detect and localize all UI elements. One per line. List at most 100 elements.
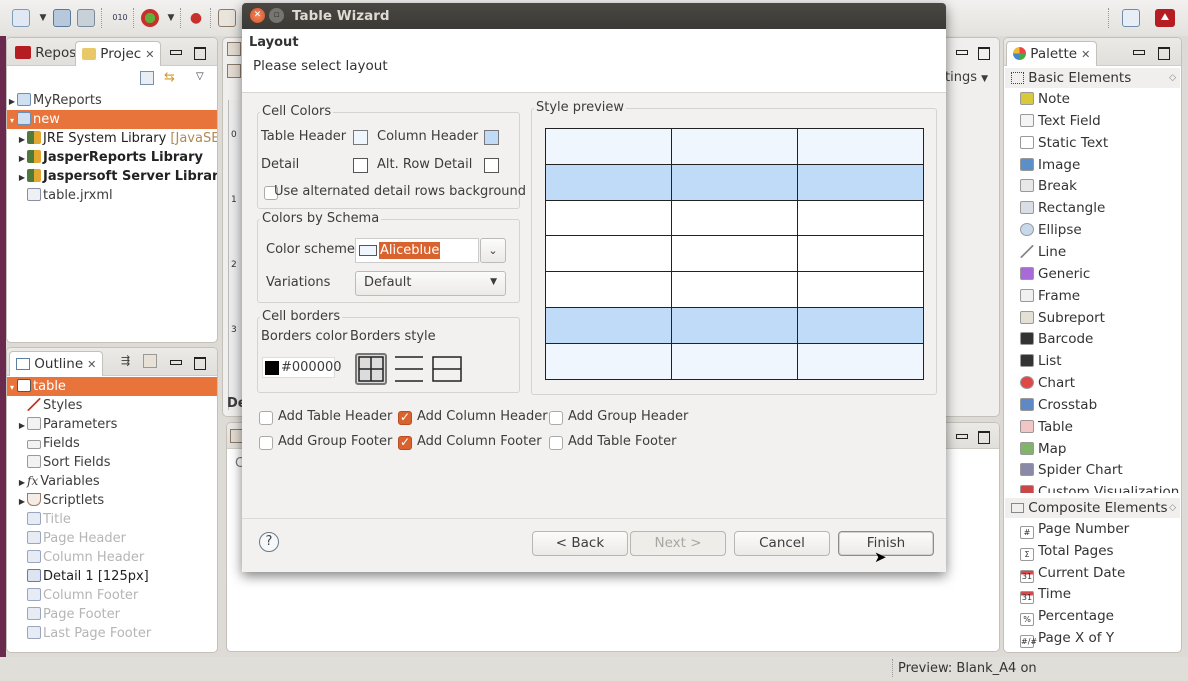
border-style-outer[interactable] <box>431 353 463 385</box>
table-header-color-swatch[interactable] <box>353 130 368 145</box>
palette-item-spider-chart[interactable]: Spider Chart <box>1020 460 1123 481</box>
color-scheme-dropdown-button[interactable]: ⌄ <box>480 238 506 263</box>
thumbnail-view-icon[interactable] <box>143 354 157 368</box>
view-menu-icon[interactable]: ▽ <box>196 71 204 82</box>
palette-item-note[interactable]: Note <box>1020 89 1070 110</box>
close-tab-icon[interactable]: ✕ <box>145 48 154 61</box>
palette-item-custom-visualization[interactable]: Custom Visualization <box>1020 482 1179 494</box>
expand-arrow-icon[interactable]: ▶ <box>17 130 27 149</box>
add-column-footer-checkbox[interactable] <box>398 435 412 450</box>
outline-item-column-footer[interactable]: Column Footer <box>7 586 217 605</box>
palette-item-chart[interactable]: Chart <box>1020 373 1075 394</box>
outline-item-variables[interactable]: ▶ fx Variables <box>7 472 217 491</box>
tree-item-new[interactable]: ▾ new <box>7 110 217 129</box>
maximize-button[interactable] <box>1155 44 1171 60</box>
palette-item-break[interactable]: Break <box>1020 176 1077 197</box>
outline-item-title[interactable]: Title <box>7 510 217 529</box>
palette-item-generic[interactable]: Generic <box>1020 264 1090 285</box>
tree-item-jre-library[interactable]: ▶JRE System Library [JavaSE- <box>7 129 217 148</box>
new-icon[interactable] <box>12 9 30 27</box>
outline-item-styles[interactable]: Styles <box>7 396 217 415</box>
add-column-header-label[interactable]: Add Column Header <box>417 409 548 424</box>
palette-item-image[interactable]: Image <box>1020 155 1080 176</box>
close-window-button[interactable]: ✕ <box>250 8 265 23</box>
run-dropdown-icon[interactable]: ▼ <box>162 9 180 27</box>
save-all-icon[interactable] <box>77 9 95 27</box>
palette-item-page-x-of-y[interactable]: #/#Page X of Y <box>1020 628 1114 649</box>
expand-arrow-icon[interactable]: ▶ <box>17 473 27 492</box>
border-style-horizontal[interactable] <box>393 353 425 385</box>
palette-item-percentage[interactable]: % Percentage <box>1020 606 1114 627</box>
add-table-footer-checkbox[interactable] <box>549 436 563 450</box>
collapse-all-icon[interactable] <box>140 71 154 85</box>
save-icon[interactable] <box>53 9 71 27</box>
add-table-header-checkbox[interactable] <box>259 411 273 425</box>
add-group-header-label[interactable]: Add Group Header <box>568 409 688 424</box>
tree-item-jaspersoft-server-library[interactable]: ▶ Jaspersoft Server Library <box>7 167 217 186</box>
back-button[interactable]: < Back <box>532 531 628 556</box>
collapse-icon[interactable]: ◇ <box>1169 498 1176 518</box>
debug-icon[interactable]: ● <box>187 9 205 27</box>
collapse-arrow-icon[interactable]: ▾ <box>7 111 17 130</box>
alt-row-detail-color-swatch[interactable] <box>484 158 499 173</box>
outline-item-page-footer[interactable]: Page Footer <box>7 605 217 624</box>
palette-item-list[interactable]: List <box>1020 351 1062 372</box>
detail-color-swatch[interactable] <box>353 158 368 173</box>
expand-arrow-icon[interactable]: ▶ <box>17 416 27 435</box>
expand-arrow-icon[interactable]: ▶ <box>17 492 27 511</box>
maximize-button[interactable] <box>191 44 207 60</box>
image-icon[interactable] <box>218 9 236 27</box>
compile-icon[interactable]: 010 <box>111 9 129 27</box>
add-group-header-checkbox[interactable] <box>549 411 563 425</box>
palette-item-crosstab[interactable]: Crosstab <box>1020 395 1097 416</box>
add-column-footer-label[interactable]: Add Column Footer <box>417 434 542 449</box>
help-button[interactable]: ? <box>259 532 279 552</box>
outline-item-page-header[interactable]: Page Header <box>7 529 217 548</box>
borders-color-picker[interactable]: #000000 <box>262 357 342 378</box>
expand-arrow-icon[interactable]: ▶ <box>17 168 27 187</box>
close-tab-icon[interactable]: ✕ <box>1081 48 1090 61</box>
collapse-icon[interactable]: ◇ <box>1169 68 1176 88</box>
outline-item-detail[interactable]: Detail 1 [125px] <box>7 567 217 586</box>
tree-item-myreports[interactable]: ▶ MyReports <box>7 91 217 110</box>
add-table-header-label[interactable]: Add Table Header <box>278 409 392 424</box>
palette-item-page-number[interactable]: # Page Number <box>1020 519 1129 540</box>
palette-item-ellipse[interactable]: Ellipse <box>1020 220 1082 241</box>
tab-outline[interactable]: Outline ✕ <box>9 351 104 376</box>
tree-item-jasperreports-library[interactable]: ▶ JasperReports Library <box>7 148 217 167</box>
outline-item-sort-fields[interactable]: Sort Fields <box>7 453 217 472</box>
close-tab-icon[interactable]: ✕ <box>87 358 96 371</box>
palette-item-total-pages[interactable]: Σ Total Pages <box>1020 541 1114 562</box>
tree-view-icon[interactable]: ⇶ <box>121 354 130 367</box>
border-style-all[interactable] <box>355 353 387 385</box>
maximize-button[interactable] <box>191 354 207 370</box>
color-scheme-combo[interactable]: Aliceblue <box>355 238 479 263</box>
outline-item-fields[interactable]: Fields <box>7 434 217 453</box>
open-perspective-icon[interactable] <box>1122 9 1140 27</box>
palette-item-line[interactable]: Line <box>1020 242 1066 263</box>
cancel-button[interactable]: Cancel <box>734 531 830 556</box>
add-table-footer-label[interactable]: Add Table Footer <box>568 434 676 449</box>
outline-item-scriptlets[interactable]: ▶ Scriptlets <box>7 491 217 510</box>
expand-arrow-icon[interactable]: ▶ <box>17 149 27 168</box>
minimize-button[interactable] <box>953 44 969 60</box>
minimize-button[interactable] <box>1130 44 1146 60</box>
add-group-footer-label[interactable]: Add Group Footer <box>278 434 392 449</box>
column-header-color-swatch[interactable] <box>484 130 499 145</box>
palette-item-rectangle[interactable]: Rectangle <box>1020 198 1105 219</box>
design-icon[interactable] <box>227 42 241 56</box>
collapse-arrow-icon[interactable]: ▾ <box>7 378 17 397</box>
outline-item-last-page-footer[interactable]: Last Page Footer <box>7 624 217 643</box>
palette-item-text-field[interactable]: Text Field <box>1020 111 1101 132</box>
palette-item-frame[interactable]: Frame <box>1020 286 1080 307</box>
outline-item-parameters[interactable]: ▶ Parameters <box>7 415 217 434</box>
minimize-button[interactable] <box>167 354 183 370</box>
palette-group-basic[interactable]: Basic Elements ◇ <box>1005 68 1180 88</box>
minimize-button[interactable] <box>167 44 183 60</box>
tab-project-explorer[interactable]: Projec ✕ <box>75 41 162 66</box>
color-scheme-value[interactable]: Aliceblue <box>379 242 441 259</box>
palette-item-subreport[interactable]: Subreport <box>1020 308 1105 329</box>
palette-item-table[interactable]: Table <box>1020 417 1073 438</box>
tree-item-table-jrxml[interactable]: table.jrxml <box>7 186 217 205</box>
link-with-editor-icon[interactable]: ⇆ <box>164 70 175 85</box>
